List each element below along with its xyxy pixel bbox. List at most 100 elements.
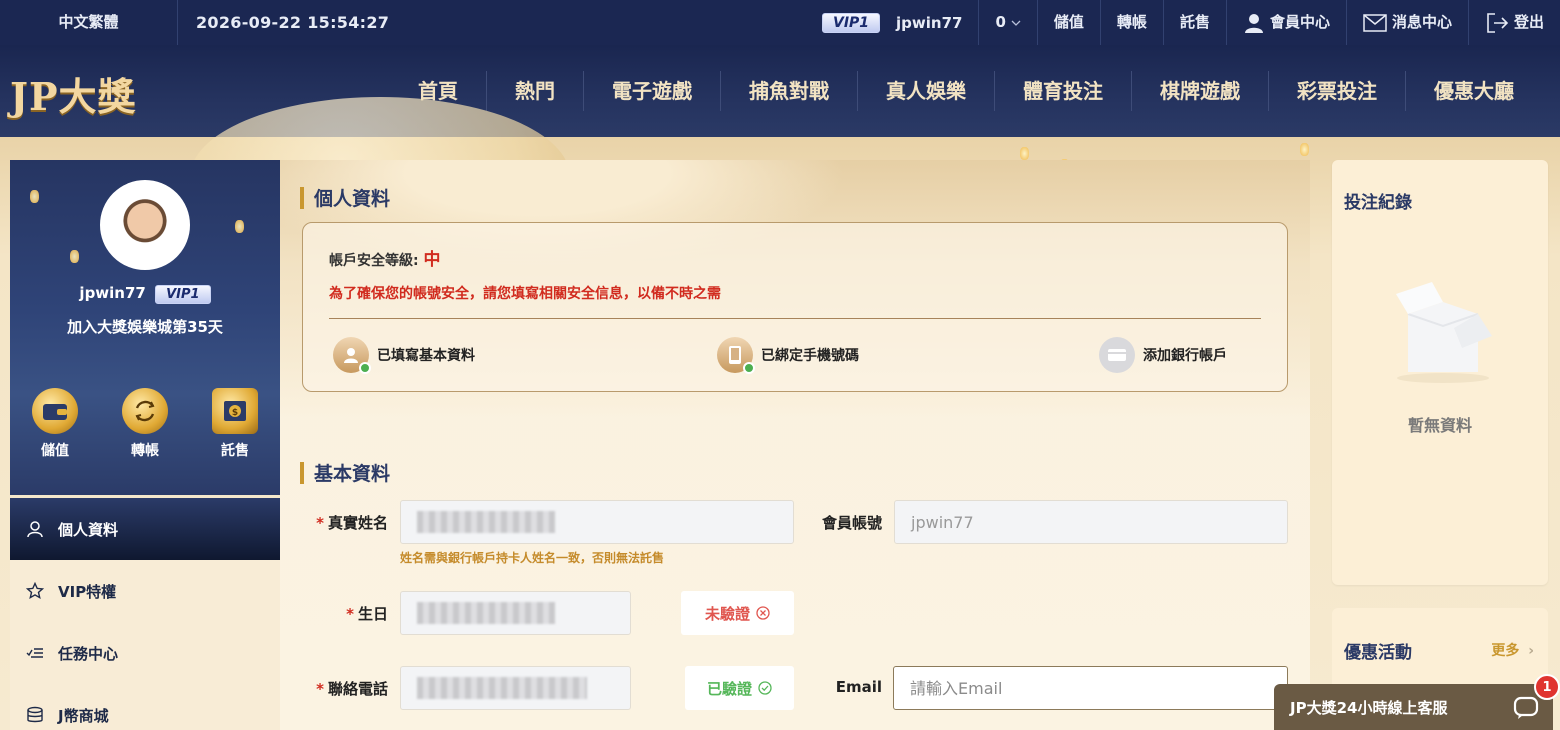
real-name-label: * 真實姓名 [310,512,388,533]
logout-button[interactable]: 登出 [1467,0,1560,45]
top-sell-link[interactable]: 託售 [1162,0,1226,45]
lantern-decoration [1300,143,1309,156]
profile-name-row: jpwin77 VIP1 [10,284,280,304]
nav-live-casino[interactable]: 真人娛樂 [858,71,995,111]
basic-info-title: 基本資料 [300,459,390,486]
birthday-label-text: 生日 [357,605,388,623]
nav-sports[interactable]: 體育投注 [995,71,1132,111]
required-marker: * [316,680,324,698]
quick-deposit-button[interactable]: 儲值 [32,388,78,460]
quick-sell-button[interactable]: $ 託售 [212,388,258,460]
balance-dropdown[interactable]: 0 [978,0,1036,45]
required-marker: * [346,605,354,623]
security-warning: 為了確保您的帳號安全，請您填寫相關安全信息，以備不時之需 [329,286,721,302]
avatar[interactable] [100,180,190,270]
step-add-bank[interactable]: 添加銀行帳戶 [1099,337,1227,373]
security-divider [329,318,1261,319]
email-input[interactable] [893,666,1288,710]
page-title-text: 個人資料 [314,188,391,210]
menu-item-label: 個人資料 [58,520,119,539]
birthday-input[interactable] [400,591,631,635]
main-panel: 個人資料 帳戶安全等級: 中 為了確保您的帳號安全，請您填寫相關安全信息，以備不… [280,160,1310,730]
promotions-more-text: 更多 [1491,643,1520,659]
error-circle-icon [756,606,770,620]
menu-item-tasks[interactable]: 任務中心 [10,622,280,684]
bet-record-title[interactable]: 投注紀錄 [1344,188,1412,213]
quick-actions: 儲值 轉帳 $ 託售 [10,388,280,460]
menu-item-vip[interactable]: VIP特權 [10,560,280,622]
account-field: jpwin77 [894,500,1288,544]
real-name-hint: 姓名需與銀行帳戶持卡人姓名一致，否則無法託售 [400,551,665,565]
nav-menu: 首頁 熱門 電子遊戲 捕魚對戰 真人娛樂 體育投注 棋牌遊戲 彩票投注 優惠大廳 [390,45,1542,137]
logout-label: 登出 [1513,13,1544,31]
menu-item-label: J幣商城 [58,706,109,725]
real-name-label-text: 真實姓名 [327,514,388,532]
lantern-decoration [30,190,39,203]
site-logo[interactable]: JP大獎 [10,63,150,123]
phone-input[interactable] [400,666,631,710]
security-level: 帳戶安全等級: 中 [329,245,440,270]
birthday-label: * 生日 [310,603,388,624]
real-name-input[interactable] [400,500,794,544]
check-badge-icon [359,362,371,374]
member-center-label: 會員中心 [1269,13,1330,31]
top-transfer-link[interactable]: 轉帳 [1099,0,1163,45]
top-username[interactable]: jpwin77 [896,14,962,32]
lantern-decoration [70,250,79,263]
birthday-verify-status[interactable]: 未驗證 [681,591,794,635]
top-bar-user-area: VIP1 jpwin77 0 儲值 轉帳 託售 會員中心 消息中心 登出 [821,0,1560,45]
atm-icon: $ [212,388,258,434]
nav-promotions[interactable]: 優惠大廳 [1406,71,1542,111]
live-chat-label: JP大獎24小時線上客服 [1290,698,1448,717]
language-selector[interactable]: 中文繁體 [0,0,178,45]
quick-deposit-label: 儲值 [41,443,69,459]
svg-text:$: $ [232,408,238,418]
check-circle-icon [758,681,772,695]
quick-transfer-button[interactable]: 轉帳 [122,388,168,460]
menu-item-profile[interactable]: 個人資料 [10,498,280,560]
star-icon [26,582,44,600]
check-badge-icon [743,362,755,374]
message-center-label: 消息中心 [1391,13,1452,31]
step-phone-bound[interactable]: 已綁定手機號碼 [717,337,859,374]
chat-unread-badge: 1 [1534,674,1560,700]
message-center-link[interactable]: 消息中心 [1345,0,1468,45]
required-marker: * [316,514,324,532]
member-center-link[interactable]: 會員中心 [1225,0,1346,45]
chevron-down-icon [1011,20,1021,26]
account-value: jpwin77 [911,512,974,532]
nav-lottery[interactable]: 彩票投注 [1269,71,1406,111]
quick-transfer-label: 轉帳 [131,443,159,459]
phone-label: * 聯絡電話 [310,678,388,699]
live-chat-button[interactable]: JP大獎24小時線上客服 [1274,684,1553,730]
verify-status-text: 已驗證 [706,679,752,698]
nav-slots[interactable]: 電子遊戲 [584,71,721,111]
promotions-title: 優惠活動 [1344,643,1412,663]
profile-username: jpwin77 [79,284,146,302]
profile-card: jpwin77 VIP1 加入大獎娛樂城第35天 儲值 轉帳 $ 託售 [10,160,280,495]
bet-record-card: 投注紀錄 暫無資料 [1332,160,1548,585]
promotions-more-link[interactable]: 更多 › [1491,640,1534,660]
step-label: 添加銀行帳戶 [1143,348,1227,364]
user-icon [1244,13,1263,33]
nav-hot[interactable]: 熱門 [487,71,584,111]
top-deposit-link[interactable]: 儲值 [1036,0,1100,45]
lantern-decoration [1020,147,1029,160]
logout-icon [1487,12,1509,33]
top-bar: 中文繁體 2026-09-22 15:54:27 VIP1 jpwin77 0 … [0,0,1560,45]
balance-value: 0 [995,13,1006,31]
security-steps: 已填寫基本資料 已綁定手機號碼 添加銀行帳戶 [329,337,1261,375]
step-basic-info[interactable]: 已填寫基本資料 [333,337,475,374]
step-label: 已填寫基本資料 [377,348,475,364]
user-check-icon [333,337,371,374]
nav-fishing[interactable]: 捕魚對戰 [721,71,858,111]
menu-item-jcoin-mall[interactable]: J幣商城 [10,684,280,730]
envelope-icon [1363,13,1387,32]
basic-info-title-text: 基本資料 [314,463,391,485]
email-label: Email [835,678,882,696]
left-sidebar: jpwin77 VIP1 加入大獎娛樂城第35天 儲值 轉帳 $ 託售 個人資料… [10,160,280,730]
lantern-decoration [235,220,244,233]
nav-card-games[interactable]: 棋牌遊戲 [1132,71,1269,111]
chevron-right-icon: › [1528,643,1534,659]
account-label: 會員帳號 [821,514,882,532]
